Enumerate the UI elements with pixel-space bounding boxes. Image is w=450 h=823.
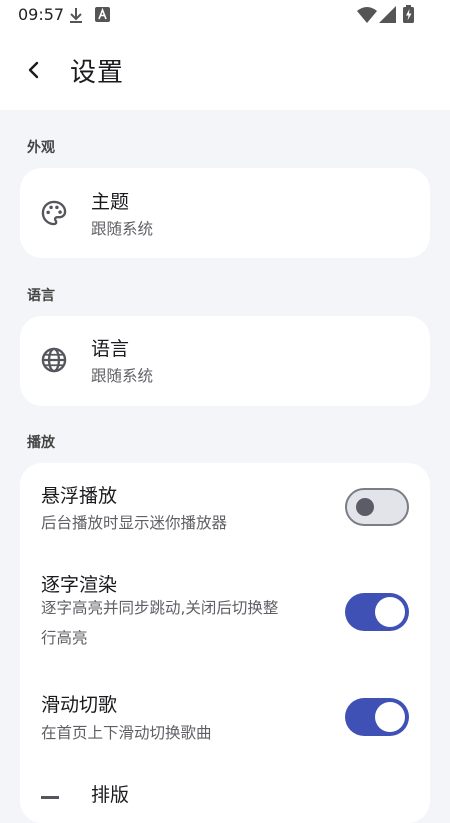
wifi-icon [357, 7, 377, 23]
layout-row[interactable]: 排版 [20, 768, 430, 823]
format-icon [41, 796, 59, 799]
notification-a-icon [95, 7, 110, 22]
back-button[interactable] [14, 50, 54, 90]
status-bar: 09:57 [0, 0, 450, 30]
floating-playback-toggle[interactable] [345, 488, 409, 526]
theme-subtitle: 跟随系统 [91, 220, 154, 238]
section-title-language: 语言 [27, 288, 55, 304]
word-render-subtitle-line2: 行高亮 [41, 629, 88, 647]
swipe-switch-toggle[interactable] [345, 698, 409, 736]
playback-settings-card: 悬浮播放 后台播放时显示迷你播放器 逐字渲染 逐字高亮并同步跳动,关闭后切换整 … [20, 463, 430, 823]
floating-playback-row[interactable]: 悬浮播放 后台播放时显示迷你播放器 [20, 463, 430, 543]
status-time: 09:57 [18, 5, 65, 24]
signal-icon [379, 6, 396, 23]
word-render-subtitle-line1: 逐字高亮并同步跳动,关闭后切换整 [41, 599, 279, 617]
swipe-switch-title: 滑动切歌 [41, 694, 118, 716]
toggle-knob [375, 702, 405, 732]
toggle-knob [356, 498, 374, 516]
globe-icon [41, 347, 67, 373]
language-subtitle: 跟随系统 [91, 367, 154, 385]
theme-setting-card[interactable]: 主题 跟随系统 [20, 168, 430, 258]
language-setting-card[interactable]: 语言 跟随系统 [20, 316, 430, 406]
floating-playback-subtitle: 后台播放时显示迷你播放器 [41, 514, 228, 532]
download-icon [70, 8, 82, 23]
section-title-appearance: 外观 [27, 140, 55, 156]
toggle-knob [375, 597, 405, 627]
language-title: 语言 [91, 338, 130, 360]
palette-icon [41, 200, 67, 226]
swipe-switch-subtitle: 在首页上下滑动切换歌曲 [41, 724, 212, 742]
back-arrow-icon [28, 61, 39, 79]
battery-charging-icon [403, 5, 414, 23]
app-bar: 设置 [0, 30, 450, 110]
theme-title: 主题 [91, 191, 130, 213]
section-title-playback: 播放 [27, 435, 55, 451]
word-render-toggle[interactable] [345, 593, 409, 631]
floating-playback-title: 悬浮播放 [41, 485, 118, 507]
word-render-row[interactable]: 逐字渲染 逐字高亮并同步跳动,关闭后切换整 行高亮 [20, 558, 430, 668]
page-title: 设置 [70, 58, 125, 88]
layout-title: 排版 [91, 784, 130, 806]
swipe-switch-row[interactable]: 滑动切歌 在首页上下滑动切换歌曲 [20, 678, 430, 763]
